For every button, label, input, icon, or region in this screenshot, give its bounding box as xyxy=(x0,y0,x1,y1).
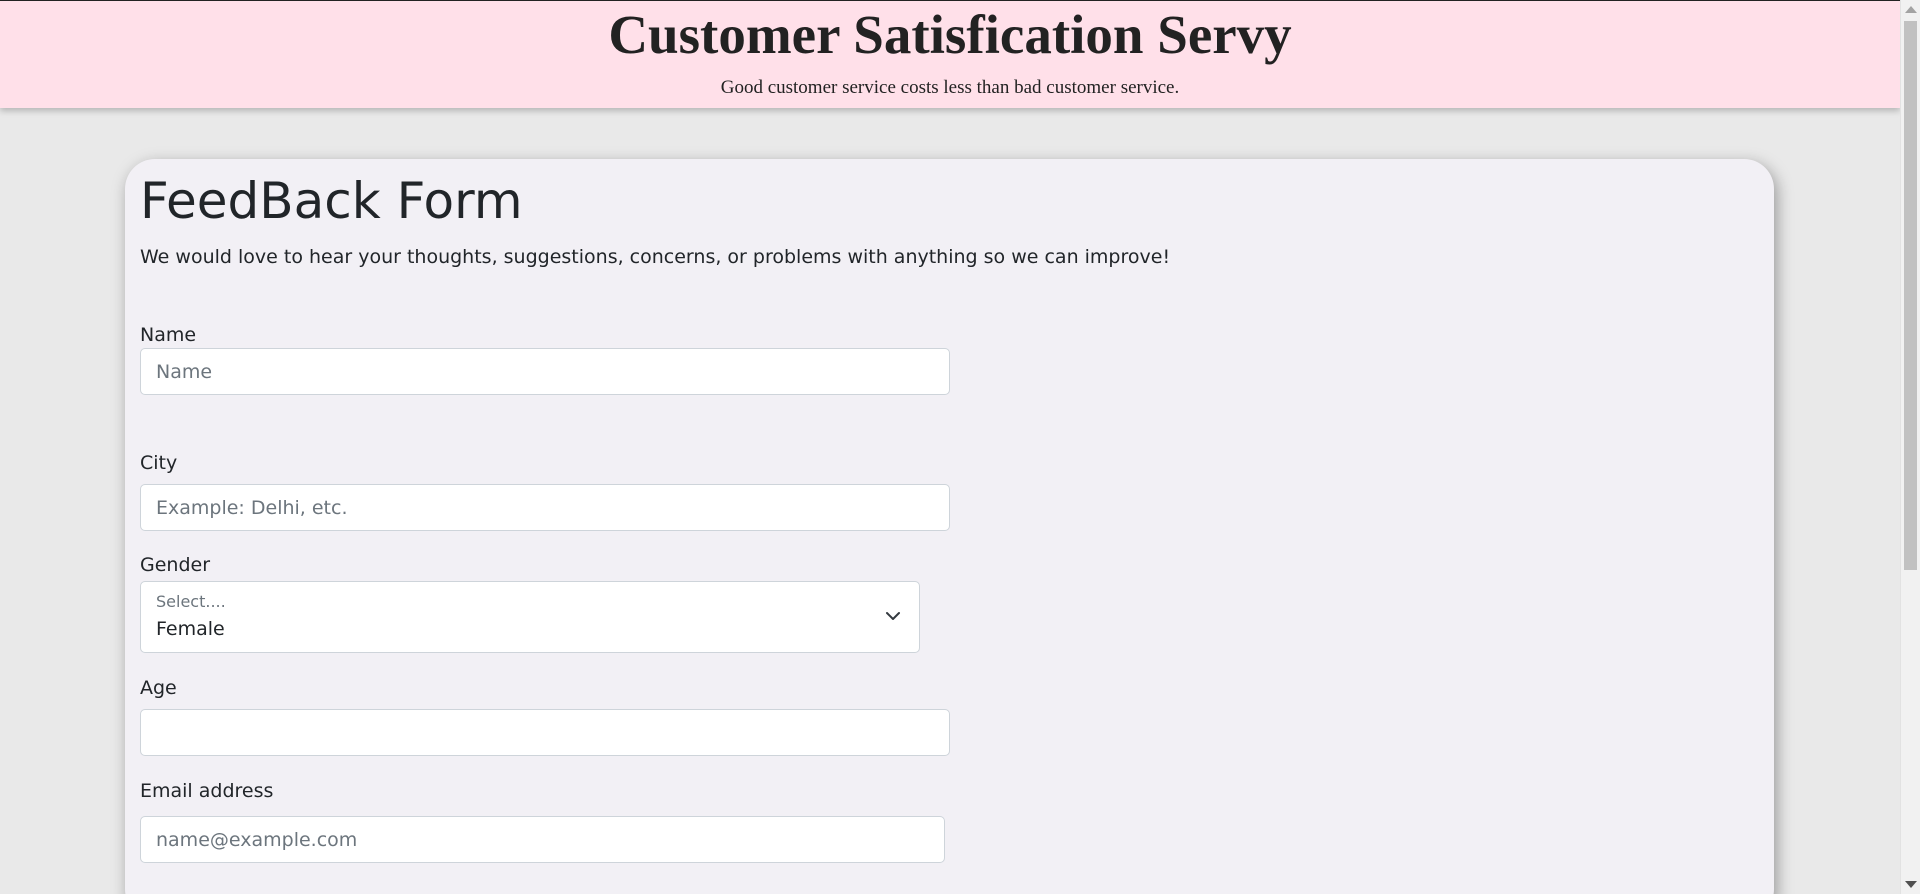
gender-select-floating-label: Select.... xyxy=(156,592,226,611)
site-header: Customer Satisfication Servy Good custom… xyxy=(0,0,1900,108)
form-subtitle: We would love to hear your thoughts, sug… xyxy=(140,246,1171,268)
chevron-down-icon xyxy=(886,612,900,620)
page-scrollbar[interactable] xyxy=(1900,0,1920,894)
gender-label: Gender xyxy=(140,554,211,576)
scroll-up-arrow-icon[interactable] xyxy=(1905,6,1917,13)
site-title: Customer Satisfication Servy xyxy=(608,4,1292,65)
gender-select[interactable]: Select.... Female xyxy=(140,581,920,653)
email-label: Email address xyxy=(140,780,274,802)
city-label: City xyxy=(140,452,178,474)
browser-viewport: Customer Satisfication Servy Good custom… xyxy=(0,0,1900,894)
city-input[interactable] xyxy=(140,484,950,531)
feedback-form-card: FeedBack Form We would love to hear your… xyxy=(125,159,1774,894)
site-tagline: Good customer service costs less than ba… xyxy=(720,77,1180,98)
age-input[interactable] xyxy=(140,709,950,756)
scroll-down-arrow-icon[interactable] xyxy=(1905,881,1917,888)
gender-selected-value: Female xyxy=(156,618,225,640)
age-label: Age xyxy=(140,677,177,699)
name-input[interactable] xyxy=(140,348,950,395)
name-label: Name xyxy=(140,324,197,346)
form-title: FeedBack Form xyxy=(140,172,523,230)
scrollbar-thumb[interactable] xyxy=(1904,21,1917,570)
email-input[interactable] xyxy=(140,816,945,863)
